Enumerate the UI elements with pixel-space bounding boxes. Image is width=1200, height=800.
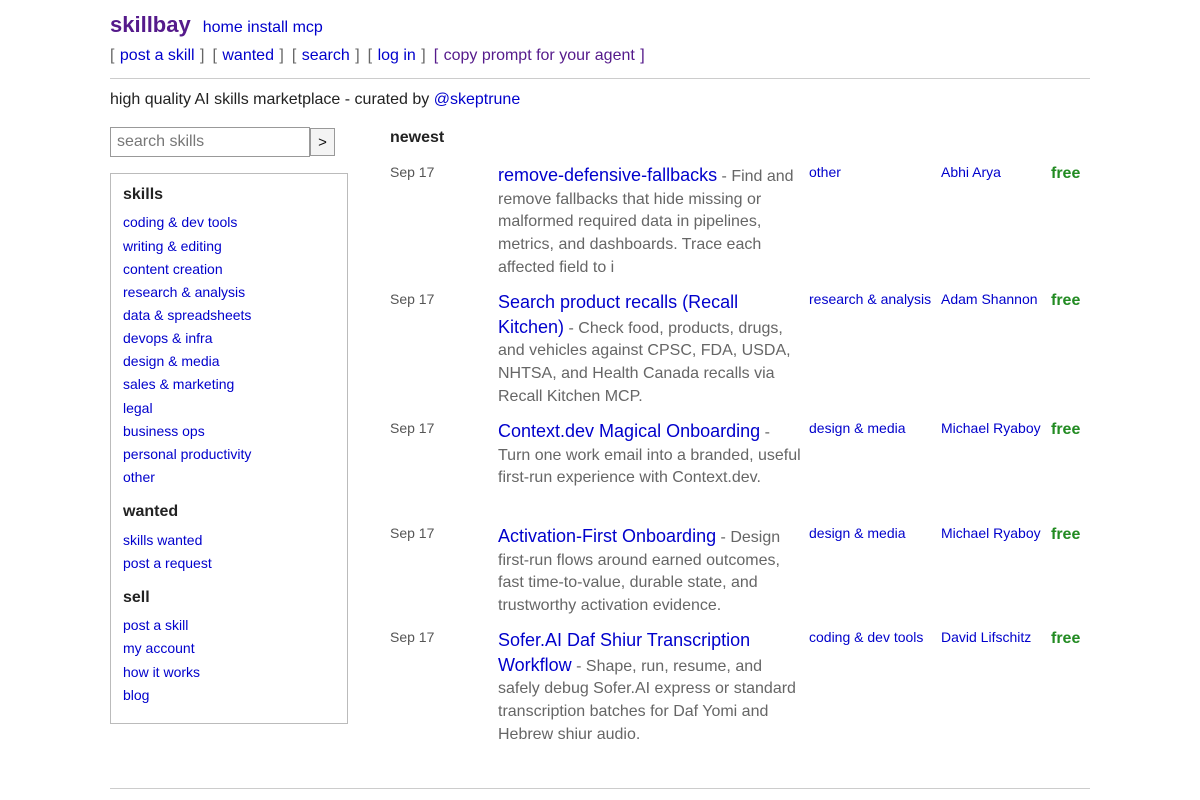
site-header: skillbay home install mcp [110, 12, 323, 38]
sidebar-item-design[interactable]: design & media [123, 353, 220, 369]
site-logo[interactable]: skillbay [110, 12, 191, 37]
row-author-link[interactable]: Michael Ryaboy [941, 420, 1041, 436]
row-price: free [1051, 165, 1081, 182]
sidebar-item-post-skill[interactable]: post a skill [123, 617, 188, 633]
row-price: free [1051, 526, 1081, 543]
sidebar-item-post-request[interactable]: post a request [123, 555, 212, 571]
sidebar-item-sales[interactable]: sales & marketing [123, 376, 234, 392]
sidebar: skills coding & dev tools writing & edit… [110, 173, 348, 724]
header-link-mcp[interactable]: mcp [293, 19, 323, 36]
sidebar-item-writing[interactable]: writing & editing [123, 238, 222, 254]
sidebar-item-blog[interactable]: blog [123, 687, 149, 703]
sidebar-item-devops[interactable]: devops & infra [123, 330, 213, 346]
row-author-link[interactable]: Michael Ryaboy [941, 525, 1041, 541]
sidebar-item-legal[interactable]: legal [123, 400, 153, 416]
row-title-link[interactable]: remove-defensive-fallbacks [498, 165, 717, 185]
sidebar-item-how-it-works[interactable]: how it works [123, 664, 200, 680]
nav-search[interactable]: search [302, 47, 350, 64]
nav-copy-prompt[interactable]: copy prompt for your agent [444, 47, 635, 64]
row-title-link[interactable]: Activation-First Onboarding [498, 526, 716, 546]
row-category-link[interactable]: other [809, 164, 841, 180]
nav-wanted[interactable]: wanted [222, 47, 274, 64]
row-date: Sep 17 [390, 420, 435, 436]
row-date: Sep 17 [390, 629, 435, 645]
row-author-link[interactable]: Adam Shannon [941, 291, 1038, 307]
row-price: free [1051, 421, 1081, 438]
curator-link[interactable]: @skeptrune [434, 91, 521, 108]
nav-post-skill[interactable]: post a skill [120, 47, 195, 64]
sidebar-item-content[interactable]: content creation [123, 261, 223, 277]
row-price: free [1051, 630, 1081, 647]
row-author-link[interactable]: David Lifschitz [941, 629, 1031, 645]
header-link-install[interactable]: install [247, 19, 288, 36]
sidebar-item-data[interactable]: data & spreadsheets [123, 307, 251, 323]
top-nav: [ post a skill ][ wanted ][ search ][ lo… [110, 47, 645, 64]
sidebar-heading-wanted: wanted [123, 503, 179, 520]
row-date: Sep 17 [390, 164, 435, 180]
search-submit-button[interactable]: > [310, 128, 335, 156]
header-link-home[interactable]: home [203, 19, 243, 36]
search-input[interactable] [110, 127, 310, 157]
row-price: free [1051, 292, 1081, 309]
sidebar-heading-skills: skills [123, 186, 164, 203]
row-author-link[interactable]: Abhi Arya [941, 164, 1001, 180]
sidebar-item-coding[interactable]: coding & dev tools [123, 214, 237, 230]
row-date: Sep 17 [390, 525, 435, 541]
row-category-link[interactable]: design & media [809, 420, 906, 436]
sidebar-item-my-account[interactable]: my account [123, 640, 195, 656]
row-category-link[interactable]: research & analysis [809, 291, 931, 307]
row-description: Context.dev Magical Onboarding - Turn on… [498, 420, 803, 490]
row-date: Sep 17 [390, 291, 435, 307]
tagline-text: high quality AI skills marketplace - cur… [110, 91, 434, 108]
header-divider [110, 78, 1090, 79]
sidebar-item-skills-wanted[interactable]: skills wanted [123, 532, 202, 548]
sidebar-item-business-ops[interactable]: business ops [123, 423, 205, 439]
row-category-link[interactable]: coding & dev tools [809, 629, 923, 645]
row-description: Activation-First Onboarding - Design fir… [498, 525, 803, 618]
listing-heading: newest [390, 129, 445, 146]
sidebar-item-research[interactable]: research & analysis [123, 284, 245, 300]
row-description: Search product recalls (Recall Kitchen) … [498, 291, 803, 409]
nav-login[interactable]: log in [378, 47, 416, 64]
footer-divider [110, 788, 1090, 789]
row-description: Sofer.AI Daf Shiur Transcription Workflo… [498, 629, 803, 747]
tagline: high quality AI skills marketplace - cur… [110, 91, 520, 109]
sidebar-item-productivity[interactable]: personal productivity [123, 446, 251, 462]
sidebar-item-other[interactable]: other [123, 469, 155, 485]
row-category-link[interactable]: design & media [809, 525, 906, 541]
sidebar-heading-sell: sell [123, 589, 150, 606]
row-description: remove-defensive-fallbacks - Find and re… [498, 164, 803, 280]
row-title-link[interactable]: Context.dev Magical Onboarding [498, 421, 760, 441]
